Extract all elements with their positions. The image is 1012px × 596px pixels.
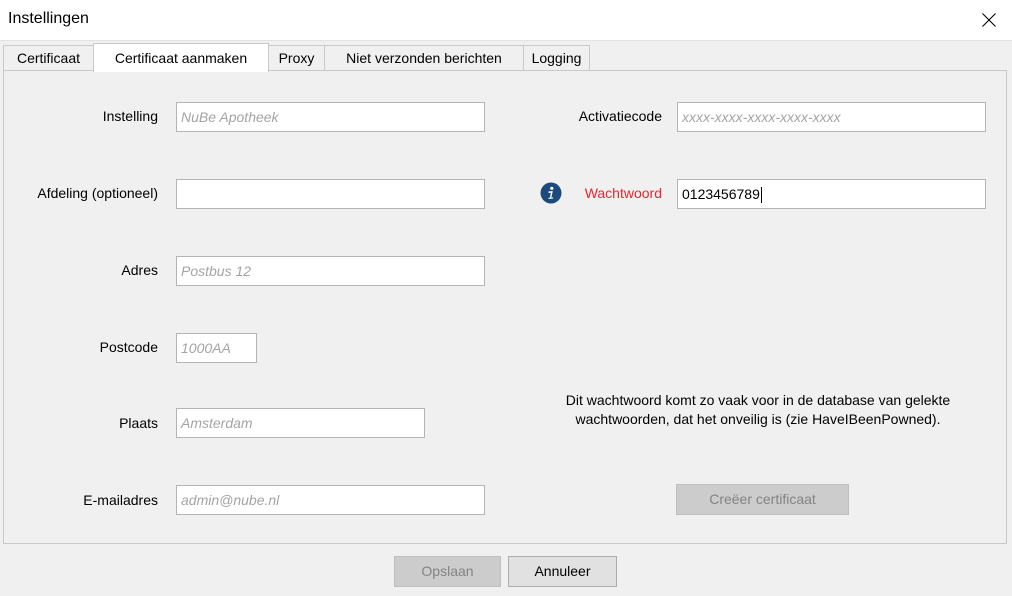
window-title: Instellingen	[8, 10, 89, 27]
plaats-label: Plaats	[119, 415, 158, 431]
password-warning: Dit wachtwoord komt zo vaak voor in de d…	[507, 391, 1009, 429]
tab-logging[interactable]: Logging	[523, 45, 590, 70]
adres-label: Adres	[121, 262, 158, 278]
instelling-placeholder: NuBe Apotheek	[181, 109, 279, 125]
tab-certificaat-aanmaken[interactable]: Certificaat aanmaken	[93, 43, 269, 72]
password-warning-line-1: Dit wachtwoord komt zo vaak voor in de d…	[565, 392, 951, 408]
save-button[interactable]: Opslaan	[394, 556, 501, 587]
wachtwoord-label: Wachtwoord	[584, 185, 662, 201]
email-label: E-mailadres	[83, 492, 158, 508]
postcode-placeholder: 1000AA	[181, 340, 231, 356]
tab-proxy[interactable]: Proxy	[268, 45, 325, 70]
instelling-field[interactable]: NuBe Apotheek	[176, 102, 485, 132]
email-field[interactable]: admin@nube.nl	[176, 485, 485, 515]
activatiecode-placeholder: xxxx-xxxx-xxxx-xxxx-xxxx	[682, 109, 841, 125]
plaats-field[interactable]: Amsterdam	[176, 408, 425, 438]
plaats-placeholder: Amsterdam	[181, 415, 253, 431]
cancel-button[interactable]: Annuleer	[508, 556, 617, 587]
title-bar: Instellingen	[0, 0, 1012, 41]
postcode-field[interactable]: 1000AA	[176, 333, 257, 363]
afdeling-field[interactable]	[176, 179, 485, 209]
wachtwoord-value: 0123456789	[682, 186, 760, 202]
adres-placeholder: Postbus 12	[181, 263, 252, 279]
close-icon	[982, 13, 996, 27]
instelling-label: Instelling	[102, 108, 158, 124]
email-placeholder: admin@nube.nl	[181, 492, 280, 508]
tab-certificaat[interactable]: Certificaat	[3, 45, 94, 70]
create-certificate-button[interactable]: Creëer certificaat	[676, 484, 849, 515]
activatiecode-label: Activatiecode	[578, 108, 662, 124]
activatiecode-field[interactable]: xxxx-xxxx-xxxx-xxxx-xxxx	[677, 102, 986, 132]
adres-field[interactable]: Postbus 12	[176, 256, 485, 286]
wachtwoord-field[interactable]: 0123456789	[677, 179, 986, 209]
password-warning-line-2: wachtwoorden, dat het onveilig is (zie H…	[575, 411, 941, 427]
tab-panel	[3, 70, 1007, 544]
close-button[interactable]	[966, 0, 1012, 40]
tab-niet-verzonden-berichten[interactable]: Niet verzonden berichten	[324, 45, 524, 70]
text-caret	[760, 187, 762, 204]
afdeling-label: Afdeling (optioneel)	[37, 185, 158, 201]
postcode-label: Postcode	[99, 339, 158, 355]
